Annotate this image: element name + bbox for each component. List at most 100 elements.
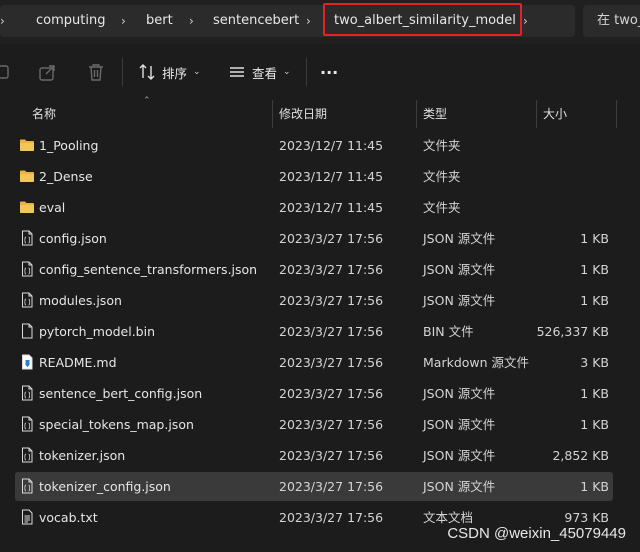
file-type: JSON 源文件: [423, 479, 496, 494]
file-date: 2023/3/27 17:56: [279, 355, 384, 370]
json-file-icon: [19, 416, 35, 432]
view-label: 查看: [252, 65, 278, 81]
sort-label: 排序: [162, 65, 188, 81]
file-name: sentence_bert_config.json: [39, 386, 203, 401]
markdown-file-icon: [19, 354, 35, 370]
toolbar-divider: [122, 58, 123, 86]
json-file-icon: [19, 447, 35, 463]
file-name: eval: [39, 200, 66, 215]
file-name: config_sentence_transformers.json: [39, 262, 258, 277]
file-date: 2023/3/27 17:56: [279, 293, 384, 308]
column-size[interactable]: 大小: [543, 100, 567, 128]
chevron-down-icon: ⌄: [283, 67, 291, 77]
more-options-button[interactable]: ···: [320, 58, 338, 86]
column-name[interactable]: 名称: [32, 100, 56, 128]
sort-button[interactable]: 排序 ⌄: [138, 58, 201, 86]
file-size: 1 KB: [580, 417, 609, 432]
file-name: modules.json: [39, 293, 122, 308]
file-size: 1 KB: [580, 479, 609, 494]
breadcrumb-item-bert[interactable]: bert: [146, 5, 173, 37]
table-row[interactable]: config.json 2023/3/27 17:56 JSON 源文件 1 KB: [15, 224, 613, 253]
chevron-right-icon[interactable]: ›: [121, 5, 126, 37]
table-row[interactable]: sentence_bert_config.json 2023/3/27 17:56…: [15, 379, 613, 408]
file-size: 3 KB: [580, 355, 609, 370]
column-divider[interactable]: [272, 100, 273, 128]
column-header: 名称 修改日期 类型 大小: [0, 100, 640, 128]
watermark: CSDN @weixin_45079449: [447, 525, 626, 542]
file-icon: [19, 323, 35, 339]
file-type: JSON 源文件: [423, 448, 496, 463]
breadcrumb-item-computing[interactable]: computing: [36, 5, 105, 37]
view-button[interactable]: 查看 ⌄: [228, 58, 291, 86]
chevron-down-icon: ⌄: [193, 67, 201, 77]
folder-icon: [19, 168, 35, 184]
search-placeholder: 在 two_: [597, 13, 640, 28]
breadcrumb-item-sentencebert[interactable]: sentencebert: [213, 5, 299, 37]
file-size: 1 KB: [580, 386, 609, 401]
file-size: 2,852 KB: [552, 448, 609, 463]
view-icon: [230, 67, 244, 77]
file-date: 2023/3/27 17:56: [279, 417, 384, 432]
file-size: 1 KB: [580, 262, 609, 277]
json-file-icon: [19, 261, 35, 277]
file-type: JSON 源文件: [423, 293, 496, 308]
toolbar: 排序 ⌄ 查看 ⌄ ···: [0, 44, 640, 100]
file-name: tokenizer_config.json: [39, 479, 171, 494]
copy-icon[interactable]: [0, 61, 14, 83]
delete-icon[interactable]: [85, 61, 107, 83]
text-file-icon: [19, 509, 35, 525]
folder-icon: [19, 199, 35, 215]
file-date: 2023/3/27 17:56: [279, 448, 384, 463]
file-date: 2023/3/27 17:56: [279, 262, 384, 277]
table-row[interactable]: README.md 2023/3/27 17:56 Markdown 源文件 3 KB: [15, 348, 613, 377]
toolbar-divider: [306, 58, 307, 86]
json-file-icon: [19, 478, 35, 494]
file-name: vocab.txt: [39, 510, 98, 525]
share-icon[interactable]: [37, 61, 59, 83]
column-divider[interactable]: [416, 100, 417, 128]
file-type: JSON 源文件: [423, 386, 496, 401]
address-bar-area: › computing › bert › sentencebert › two_…: [0, 0, 640, 44]
file-size: 1 KB: [580, 231, 609, 246]
file-type: JSON 源文件: [423, 262, 496, 277]
json-file-icon: [19, 385, 35, 401]
table-row[interactable]: tokenizer.json 2023/3/27 17:56 JSON 源文件 2,8…: [15, 441, 613, 470]
file-type: JSON 源文件: [423, 417, 496, 432]
file-name: special_tokens_map.json: [39, 417, 194, 432]
file-name: 1_Pooling: [39, 138, 99, 153]
chevron-right-icon: ›: [0, 14, 5, 28]
json-file-icon: [19, 292, 35, 308]
file-type: JSON 源文件: [423, 231, 496, 246]
chevron-right-icon[interactable]: ›: [523, 5, 528, 37]
table-row[interactable]: 1_Pooling 2023/12/7 11:45 文件夹: [15, 131, 613, 160]
column-divider[interactable]: [536, 100, 537, 128]
table-row[interactable]: modules.json 2023/3/27 17:56 JSON 源文件 1 KB: [15, 286, 613, 315]
table-row[interactable]: 2_Dense 2023/12/7 11:45 文件夹: [15, 162, 613, 191]
file-date: 2023/3/27 17:56: [279, 386, 384, 401]
file-type: 文件夹: [423, 200, 461, 215]
file-date: 2023/3/27 17:56: [279, 479, 384, 494]
file-type: Markdown 源文件: [423, 355, 530, 370]
highlight-box: [323, 3, 522, 36]
column-type[interactable]: 类型: [423, 100, 447, 128]
search-input[interactable]: 在 two_: [583, 5, 640, 37]
file-name: pytorch_model.bin: [39, 324, 156, 339]
file-date: 2023/12/7 11:45: [279, 169, 384, 184]
file-type: BIN 文件: [423, 324, 474, 339]
file-name: tokenizer.json: [39, 448, 126, 463]
file-date: 2023/3/27 17:56: [279, 231, 384, 246]
table-row[interactable]: config_sentence_transformers.json 2023/3/…: [15, 255, 613, 284]
file-date: 2023/12/7 11:45: [279, 138, 384, 153]
table-row[interactable]: eval 2023/12/7 11:45 文件夹: [15, 193, 613, 222]
sort-icon: [139, 64, 155, 80]
chevron-right-icon[interactable]: ›: [306, 5, 311, 37]
column-date[interactable]: 修改日期: [279, 100, 327, 128]
file-name: 2_Dense: [39, 169, 93, 184]
json-file-icon: [19, 230, 35, 246]
file-name: README.md: [39, 355, 117, 370]
table-row[interactable]: pytorch_model.bin 2023/3/27 17:56 BIN 文件 52…: [15, 317, 613, 346]
table-row[interactable]: tokenizer_config.json 2023/3/27 17:56 JSON…: [15, 472, 613, 501]
chevron-right-icon[interactable]: ›: [189, 5, 194, 37]
column-divider[interactable]: [616, 100, 617, 128]
table-row[interactable]: special_tokens_map.json 2023/3/27 17:56 JS…: [15, 410, 613, 439]
